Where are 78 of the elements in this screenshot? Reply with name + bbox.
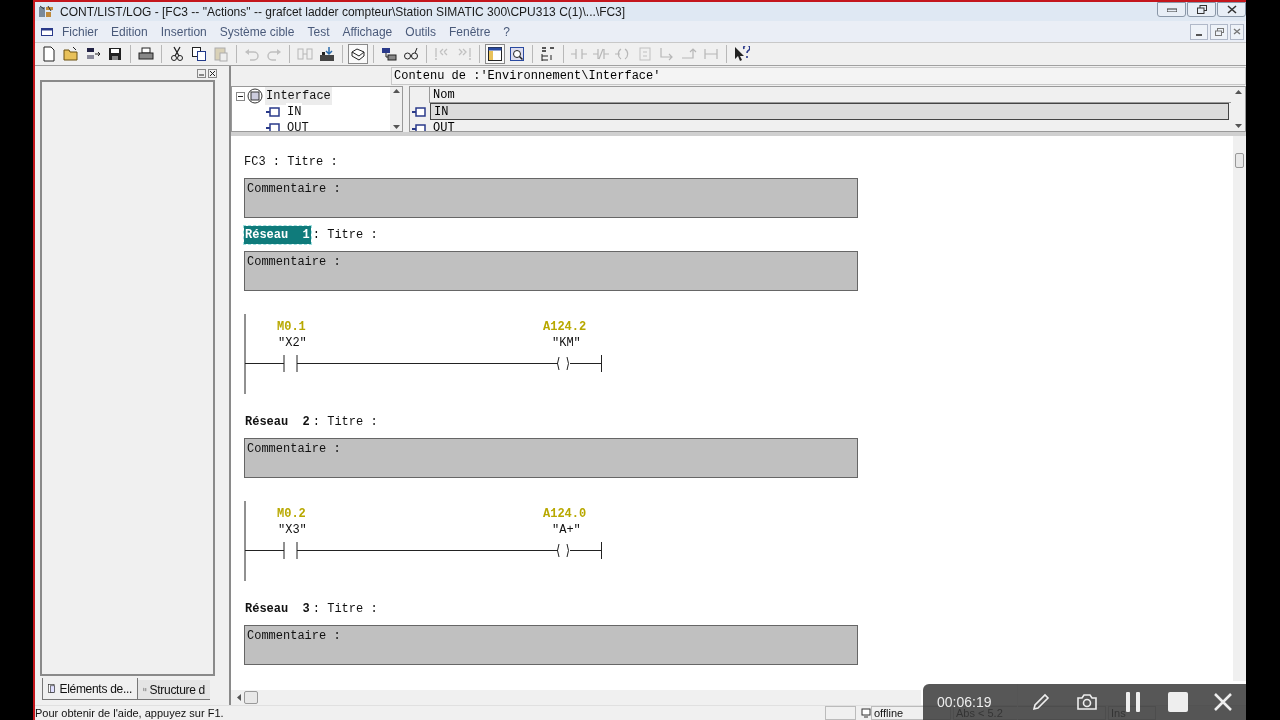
panel-tab[interactable]: Eléments de... [42, 678, 138, 700]
scroll-up-icon[interactable] [1234, 90, 1242, 94]
network-title: : Titre : [312, 601, 378, 618]
scroll-down-icon[interactable] [1234, 124, 1242, 128]
status-message: Pour obtenir de l'aide, appuyez sur F1. [35, 705, 224, 720]
network-label[interactable]: Réseau 2 [244, 413, 311, 431]
restore-icon [1196, 5, 1207, 14]
book-icon [48, 681, 57, 696]
monitor-icon [861, 708, 871, 718]
document-icon [40, 26, 54, 37]
wire [571, 541, 602, 560]
coil-symbol[interactable] [555, 543, 573, 558]
wire [571, 354, 602, 373]
horizontal-scrollbar[interactable] [231, 690, 921, 705]
operand-address: A124.2 [543, 320, 587, 334]
comment-field[interactable]: Commentaire : [244, 625, 858, 665]
symbol-name: "KM" [552, 336, 581, 350]
pencil-icon[interactable] [1030, 692, 1051, 712]
comment-field[interactable]: Commentaire : [244, 438, 858, 478]
contact-symbol[interactable] [283, 541, 298, 560]
scrollbar[interactable] [1231, 87, 1245, 131]
operand-address: M0.1 [277, 320, 306, 334]
scroll-down-icon[interactable] [392, 125, 400, 129]
close-icon [1226, 5, 1237, 14]
list-row[interactable]: IN [430, 103, 1229, 120]
comment-field[interactable]: Commentaire : [244, 251, 858, 291]
wire [244, 363, 285, 364]
network-title: : Titre : [312, 414, 378, 431]
network-title: : Titre : [312, 227, 378, 244]
menu-item[interactable]: Test [307, 22, 330, 41]
wire [244, 550, 285, 551]
network-label[interactable]: Réseau 1 [244, 226, 311, 244]
panel-tab[interactable]: Structure d [138, 680, 210, 700]
close-button[interactable] [1217, 2, 1246, 17]
scrollbar-thumb[interactable] [244, 691, 258, 704]
scroll-up-icon[interactable] [392, 89, 400, 93]
close-button[interactable] [208, 68, 217, 78]
operand-address: A124.0 [543, 507, 587, 521]
contact-symbol[interactable] [283, 354, 298, 373]
symbol-name: "A+" [552, 523, 581, 537]
menu-item[interactable]: Système cible [219, 22, 295, 41]
restore-button[interactable] [1187, 2, 1216, 17]
menu-item[interactable]: Outils [405, 22, 436, 41]
close-icon [1233, 28, 1241, 35]
restore-icon [1214, 27, 1224, 36]
menu-item[interactable]: Insertion [160, 22, 207, 41]
camera-icon[interactable] [1076, 693, 1099, 711]
symbol-name: "X3" [278, 523, 307, 537]
menu-item[interactable]: Fenêtre [449, 22, 491, 41]
scroll-left-icon[interactable] [237, 694, 241, 701]
scrollbar[interactable] [390, 87, 402, 131]
collapse-toggle-icon[interactable] [236, 91, 245, 101]
window-title: CONT/LIST/LOG - [FC3 -- "Actions" -- grafcet ladder compteur\Station SIMATIC 300\CPU313 C(1)\...\FC3] [60, 3, 626, 21]
minimize-icon [1166, 7, 1177, 12]
coil-symbol[interactable] [555, 356, 573, 371]
path-header: Contenu de :'Environnement\Interface' [391, 67, 1246, 85]
minimize-icon [1196, 33, 1202, 36]
port-icon [266, 107, 282, 117]
network-label[interactable]: Réseau 3 [244, 600, 311, 618]
close-icon[interactable] [1213, 692, 1234, 712]
vertical-scrollbar[interactable] [1233, 136, 1246, 681]
stop-icon[interactable] [1167, 692, 1188, 712]
operand-address: M0.2 [277, 507, 306, 521]
app-icon [38, 4, 54, 19]
comment-field[interactable]: Commentaire : [244, 178, 858, 218]
tree-item[interactable]: Interface [265, 87, 332, 105]
menu-item[interactable]: Edition [111, 22, 148, 41]
pause-icon[interactable] [1124, 691, 1142, 713]
port-icon [412, 106, 428, 117]
menu-item[interactable]: Affichage [342, 22, 393, 41]
menu-item[interactable]: Fichier [62, 22, 98, 41]
tree-item[interactable]: OUT [286, 119, 310, 131]
status-panel [825, 706, 856, 720]
minimize-button[interactable] [1190, 23, 1208, 40]
block-title: FC3 : Titre : [244, 154, 338, 170]
port-icon [412, 123, 428, 131]
menu-item[interactable]: ? [503, 22, 511, 41]
symbol-name: "X2" [278, 336, 307, 350]
